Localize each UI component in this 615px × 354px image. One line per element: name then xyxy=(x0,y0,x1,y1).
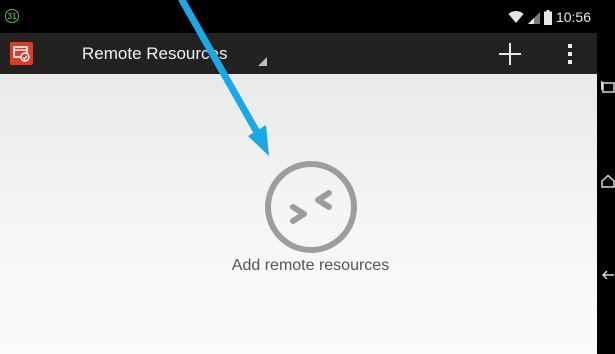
home-icon[interactable] xyxy=(601,174,615,188)
add-button[interactable] xyxy=(496,40,524,68)
wifi-icon xyxy=(508,11,524,23)
status-bar: 31 10:56 xyxy=(0,0,597,33)
remote-connection-icon[interactable] xyxy=(263,159,359,255)
remote-desktop-icon[interactable] xyxy=(10,42,33,65)
navigation-bar xyxy=(597,0,615,354)
clock: 10:56 xyxy=(555,9,591,25)
overflow-menu-button[interactable] xyxy=(560,41,580,67)
cell-signal-icon xyxy=(527,12,540,24)
app-title[interactable]: Remote Resources xyxy=(82,44,228,64)
action-bar: Remote Resources xyxy=(0,33,597,74)
device-screen: 31 10:56 Remote Resources Add remote res… xyxy=(0,0,597,354)
notification-badge: 31 xyxy=(5,9,19,23)
recent-apps-icon[interactable] xyxy=(601,80,615,94)
dropdown-caret-icon[interactable] xyxy=(258,57,267,66)
battery-icon xyxy=(543,9,552,25)
status-indicators: 10:56 xyxy=(508,9,591,25)
empty-state-message[interactable]: Add remote resources xyxy=(0,257,597,275)
back-icon[interactable] xyxy=(601,268,615,282)
main-content: Add remote resources xyxy=(0,74,597,354)
